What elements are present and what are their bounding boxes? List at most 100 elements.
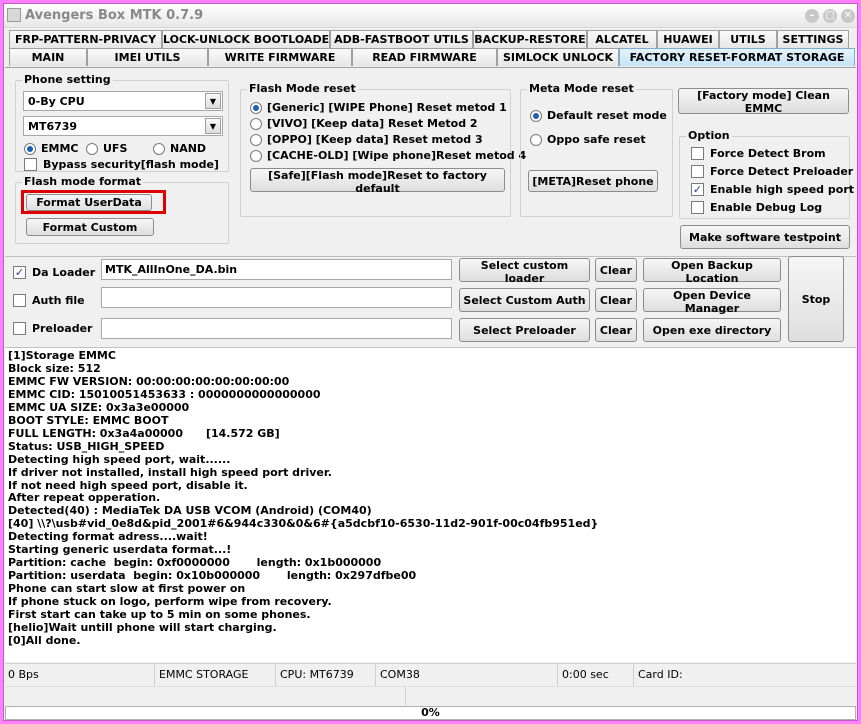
stop-button[interactable]: Stop (788, 256, 844, 342)
select-custom-loader-button[interactable]: Select custom loader (459, 258, 590, 285)
radio-dot-icon[interactable] (250, 101, 262, 114)
checkbox-icon[interactable] (13, 322, 26, 335)
tab-row-top: FRP-PATTERN-PRIVACY LOCK-UNLOCK BOOTLOAD… (9, 30, 849, 48)
maximize-icon[interactable]: □ (823, 9, 837, 23)
radio-emmc[interactable]: EMMC (24, 142, 78, 155)
auth-file-input[interactable] (101, 287, 452, 308)
oppo-safe-reset-radio[interactable]: Oppo safe reset (530, 133, 646, 146)
cpu-select[interactable]: 0-By CPU ▼ (23, 91, 223, 111)
open-device-manager-button[interactable]: Open Device Manager (643, 288, 781, 315)
radio-dot-icon[interactable] (250, 149, 262, 162)
app-window: Avengers Box MTK 0.7.9 – □ ✕ FRP-PATTERN… (3, 3, 858, 721)
log-line: If driver not installed, install high sp… (8, 465, 332, 479)
force-detect-preloader-label: Force Detect Preloader (710, 165, 854, 178)
log-line: EMMC UA SIZE: 0x3a3e00000 (8, 400, 190, 414)
debug-log-checkbox[interactable]: Enable Debug Log (691, 201, 822, 214)
da-loader-input[interactable]: MTK_AllInOne_DA.bin (101, 259, 452, 280)
log-line: [helio]Wait untill phone will start char… (8, 621, 277, 635)
select-preloader-button[interactable]: Select Preloader (459, 318, 590, 342)
preloader-checkbox[interactable]: Preloader (13, 322, 92, 335)
tab-factory-reset[interactable]: FACTORY RESET-FORMAT STORAGE (619, 48, 855, 66)
tab-main[interactable]: MAIN (9, 48, 87, 66)
radio-dot-icon[interactable] (250, 117, 262, 130)
format-custom-button[interactable]: Format Custom (26, 218, 154, 236)
tab-alcatel[interactable]: ALCATEL (587, 30, 657, 48)
reset-factory-default-button[interactable]: [Safe][Flash mode]Reset to factory defau… (250, 168, 505, 195)
auth-file-label: Auth file (32, 294, 85, 307)
factory-reset-pane: Phone setting 0-By CPU ▼ MT6739 ▼ EMMC U… (5, 67, 856, 257)
reset-method-2-label: [VIVO] [Keep data] Reset Metod 2 (267, 117, 478, 130)
option-group: Option Force Detect Brom Force Detect Pr… (679, 129, 854, 219)
checkmark-icon[interactable]: ✓ (13, 266, 26, 279)
status-time: 0:00 sec (559, 664, 634, 686)
force-detect-brom-checkbox[interactable]: Force Detect Brom (691, 147, 826, 160)
meta-reset-phone-button[interactable]: [META]Reset phone (528, 170, 658, 192)
chevron-down-icon[interactable]: ▼ (205, 93, 221, 109)
checkmark-icon[interactable]: ✓ (691, 183, 704, 196)
clear-auth-button[interactable]: Clear (595, 288, 637, 312)
factory-clean-emmc-button[interactable]: [Factory mode] Clean EMMC (678, 88, 849, 115)
log-line: Detecting high speed port, wait...... (8, 452, 231, 466)
checkbox-icon[interactable] (13, 294, 26, 307)
reset-method-1-radio[interactable]: [Generic] [WIPE Phone] Reset metod 1 (250, 101, 507, 114)
radio-dot-icon[interactable] (86, 142, 98, 155)
da-loader-label: Da Loader (32, 266, 96, 279)
tab-utils[interactable]: UTILS (719, 30, 777, 48)
da-loader-checkbox[interactable]: ✓ Da Loader (13, 266, 95, 279)
clear-preloader-button[interactable]: Clear (595, 318, 637, 342)
bypass-security-label: Bypass security[flash mode] (43, 158, 219, 171)
reset-method-2-radio[interactable]: [VIVO] [Keep data] Reset Metod 2 (250, 117, 478, 130)
tab-imei-utils[interactable]: IMEI UTILS (87, 48, 208, 66)
tab-simlock-unlock[interactable]: SIMLOCK UNLOCK (497, 48, 619, 66)
preloader-input[interactable] (101, 318, 452, 339)
make-testpoint-button[interactable]: Make software testpoint (680, 225, 850, 249)
tab-frp[interactable]: FRP-PATTERN-PRIVACY (9, 30, 162, 48)
radio-ufs-label: UFS (103, 142, 128, 155)
reset-method-4-radio[interactable]: [CACHE-OLD] [Wipe phone]Reset metod 4 (250, 149, 526, 162)
log-line: EMMC FW VERSION: 00:00:00:00:00:00:00:00 (8, 374, 290, 388)
high-speed-port-checkbox[interactable]: ✓ Enable high speed port (691, 183, 854, 196)
radio-dot-icon[interactable] (530, 133, 542, 146)
log-line: Block size: 512 (8, 361, 101, 375)
cpu-select-value: 0-By CPU (28, 95, 85, 108)
log-output: [1]Storage EMMC Block size: 512 EMMC FW VE… (5, 347, 856, 662)
tab-lock-unlock[interactable]: LOCK-UNLOCK BOOTLOADER (162, 30, 330, 48)
status-cpu: CPU: MT6739 (277, 664, 376, 686)
auth-file-checkbox[interactable]: Auth file (13, 294, 85, 307)
tab-settings[interactable]: SETTINGS (777, 30, 849, 48)
oppo-safe-reset-label: Oppo safe reset (547, 133, 646, 146)
tab-backup-restore[interactable]: BACKUP-RESTORE (473, 30, 587, 48)
open-exe-directory-button[interactable]: Open exe directory (643, 318, 781, 342)
radio-dot-icon[interactable] (24, 142, 36, 155)
tab-huawei[interactable]: HUAWEI (657, 30, 719, 48)
close-icon[interactable]: ✕ (841, 9, 855, 23)
open-backup-location-button[interactable]: Open Backup Location (643, 258, 781, 285)
chevron-down-icon[interactable]: ▼ (205, 118, 221, 134)
radio-nand[interactable]: NAND (153, 142, 206, 155)
radio-dot-icon[interactable] (530, 109, 542, 122)
debug-log-label: Enable Debug Log (710, 201, 823, 214)
checkbox-icon[interactable] (24, 158, 37, 171)
flash-mode-reset-legend: Flash Mode reset (247, 82, 358, 95)
clear-loader-button[interactable]: Clear (595, 258, 637, 282)
checkbox-icon[interactable] (691, 147, 704, 160)
format-userdata-button[interactable]: Format UserData (26, 194, 152, 211)
reset-method-3-label: [OPPO] [Keep data] Reset metod 3 (267, 133, 483, 146)
flash-mode-format-group: Flash mode format Format UserData Format… (15, 175, 229, 244)
radio-dot-icon[interactable] (153, 142, 165, 155)
reset-method-1-label: [Generic] [WIPE Phone] Reset metod 1 (267, 101, 507, 114)
tab-adb-fastboot[interactable]: ADB-FASTBOOT UTILS (330, 30, 473, 48)
reset-method-3-radio[interactable]: [OPPO] [Keep data] Reset metod 3 (250, 133, 483, 146)
model-select[interactable]: MT6739 ▼ (23, 116, 223, 136)
checkbox-icon[interactable] (691, 201, 704, 214)
minimize-icon[interactable]: – (805, 9, 819, 23)
radio-dot-icon[interactable] (250, 133, 262, 146)
force-detect-preloader-checkbox[interactable]: Force Detect Preloader (691, 165, 853, 178)
tab-read-firmware[interactable]: READ FIRMWARE (352, 48, 497, 66)
default-reset-radio[interactable]: Default reset mode (530, 109, 667, 122)
tab-write-firmware[interactable]: WRITE FIRMWARE (208, 48, 352, 66)
select-custom-auth-button[interactable]: Select Custom Auth (459, 288, 590, 312)
checkbox-icon[interactable] (691, 165, 704, 178)
radio-ufs[interactable]: UFS (86, 142, 127, 155)
bypass-security-checkbox[interactable]: Bypass security[flash mode] (24, 158, 219, 171)
